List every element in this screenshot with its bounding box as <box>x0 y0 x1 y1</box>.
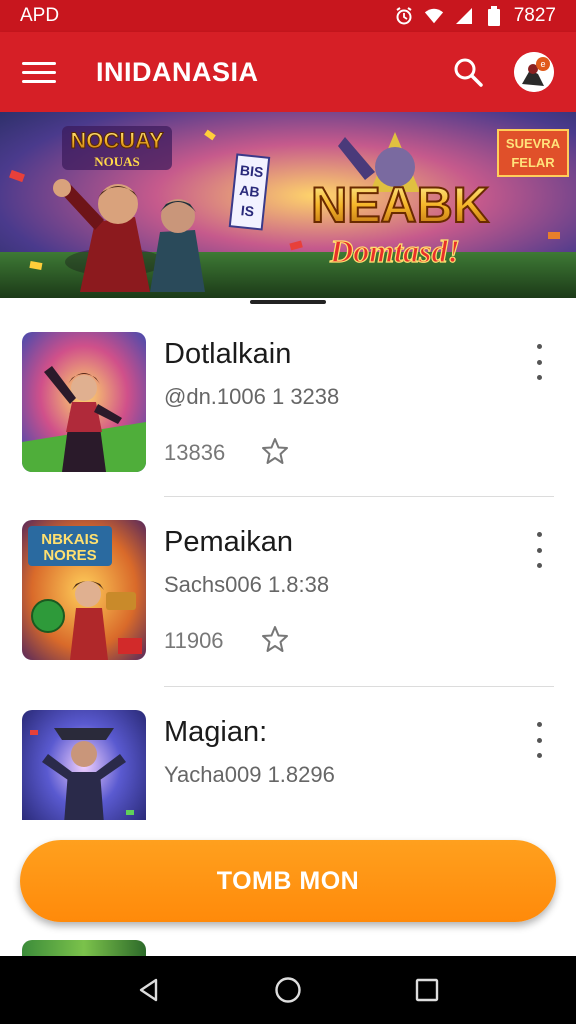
game-thumbnail <box>22 332 146 472</box>
game-thumbnail <box>22 710 146 820</box>
list-item[interactable]: Magian: Yacha009 1.8296 <box>0 688 576 820</box>
star-icon[interactable] <box>260 436 290 466</box>
list-item[interactable]: NBKAIS NORES Pemaikan Sachs006 1.8:38 11… <box>0 498 576 686</box>
profile-avatar[interactable]: e <box>514 52 554 92</box>
signal-icon <box>454 6 474 26</box>
more-options-button[interactable] <box>526 532 552 568</box>
status-time: 7827 <box>513 5 556 26</box>
kebab-dot <box>536 563 542 568</box>
divider <box>164 686 554 687</box>
search-icon <box>454 58 483 87</box>
banner-side-text-2: AB <box>239 182 261 200</box>
status-icons: 7827 <box>394 5 556 27</box>
game-subtitle: Yacha009 1.8296 <box>164 762 335 787</box>
status-bar: APD 7827 <box>0 0 576 32</box>
game-title: Magian: <box>164 716 268 748</box>
menu-icon-bar <box>22 70 56 74</box>
banner-tag-line1: SUEVRA <box>506 136 561 151</box>
kebab-icon <box>536 344 542 349</box>
game-title: Pemaikan <box>164 526 293 558</box>
game-count: 11906 <box>164 628 224 653</box>
more-options-button[interactable] <box>526 722 552 758</box>
divider <box>164 496 554 497</box>
battery-icon <box>484 6 504 26</box>
banner-headline: NEABK <box>311 177 489 233</box>
kebab-dot <box>536 737 542 743</box>
banner-artwork: NOCUAY NOUAS BIS AB IS NEABK Domtasd! SU… <box>0 112 576 298</box>
banner-logo-line1: NOCUAY <box>70 128 164 153</box>
more-options-button[interactable] <box>526 344 552 380</box>
svg-text:NBKAIS: NBKAIS <box>41 531 99 548</box>
promo-banner[interactable]: NOCUAY NOUAS BIS AB IS NEABK Domtasd! SU… <box>0 112 576 298</box>
list-item[interactable]: Dotlalkain @dn.1006 1 3238 13836 <box>0 310 576 498</box>
kebab-dot <box>536 359 542 365</box>
banner-logo-line2: NOUAS <box>94 154 140 169</box>
menu-button[interactable] <box>22 55 56 89</box>
search-button[interactable] <box>448 52 488 92</box>
app-title: INIDANASIA <box>96 56 259 87</box>
system-nav-bar <box>0 956 576 1024</box>
game-thumbnail: NBKAIS NORES <box>22 520 146 660</box>
game-title: Dotlalkain <box>164 338 292 370</box>
game-subtitle: Sachs006 1.8:38 <box>164 572 330 597</box>
svg-text:NORES: NORES <box>43 547 96 564</box>
menu-icon-bar <box>22 79 56 83</box>
menu-icon <box>22 61 56 65</box>
avatar-icon: e <box>514 52 554 92</box>
game-subtitle: @dn.1006 1 3238 <box>164 384 340 409</box>
primary-cta-button[interactable]: TOMB MON <box>20 840 556 922</box>
svg-text:e: e <box>540 59 545 69</box>
star-icon[interactable] <box>260 624 290 654</box>
banner-side-text-1: BIS <box>239 162 264 180</box>
home-button[interactable] <box>268 970 308 1010</box>
recents-icon <box>415 978 438 1002</box>
back-icon <box>140 978 158 1002</box>
game-list: Dotlalkain @dn.1006 1 3238 13836 NBKAIS … <box>0 310 576 820</box>
status-carrier: APD <box>20 5 60 26</box>
wifi-icon <box>424 6 444 26</box>
banner-tag-line2: FELAR <box>511 155 555 170</box>
kebab-dot <box>536 375 542 380</box>
kebab-icon <box>536 722 542 727</box>
alarm-icon <box>394 6 414 26</box>
drag-handle[interactable] <box>250 300 326 304</box>
kebab-dot <box>536 547 542 553</box>
app-bar: INIDANASIA e <box>0 32 576 112</box>
recents-button[interactable] <box>407 970 447 1010</box>
kebab-icon <box>536 532 542 537</box>
home-icon <box>275 977 301 1003</box>
game-count: 13836 <box>164 440 226 465</box>
banner-side-text-3: IS <box>240 202 255 219</box>
banner-subheadline: Domtasd! <box>329 233 460 269</box>
kebab-dot <box>536 753 542 758</box>
back-button[interactable] <box>129 970 169 1010</box>
